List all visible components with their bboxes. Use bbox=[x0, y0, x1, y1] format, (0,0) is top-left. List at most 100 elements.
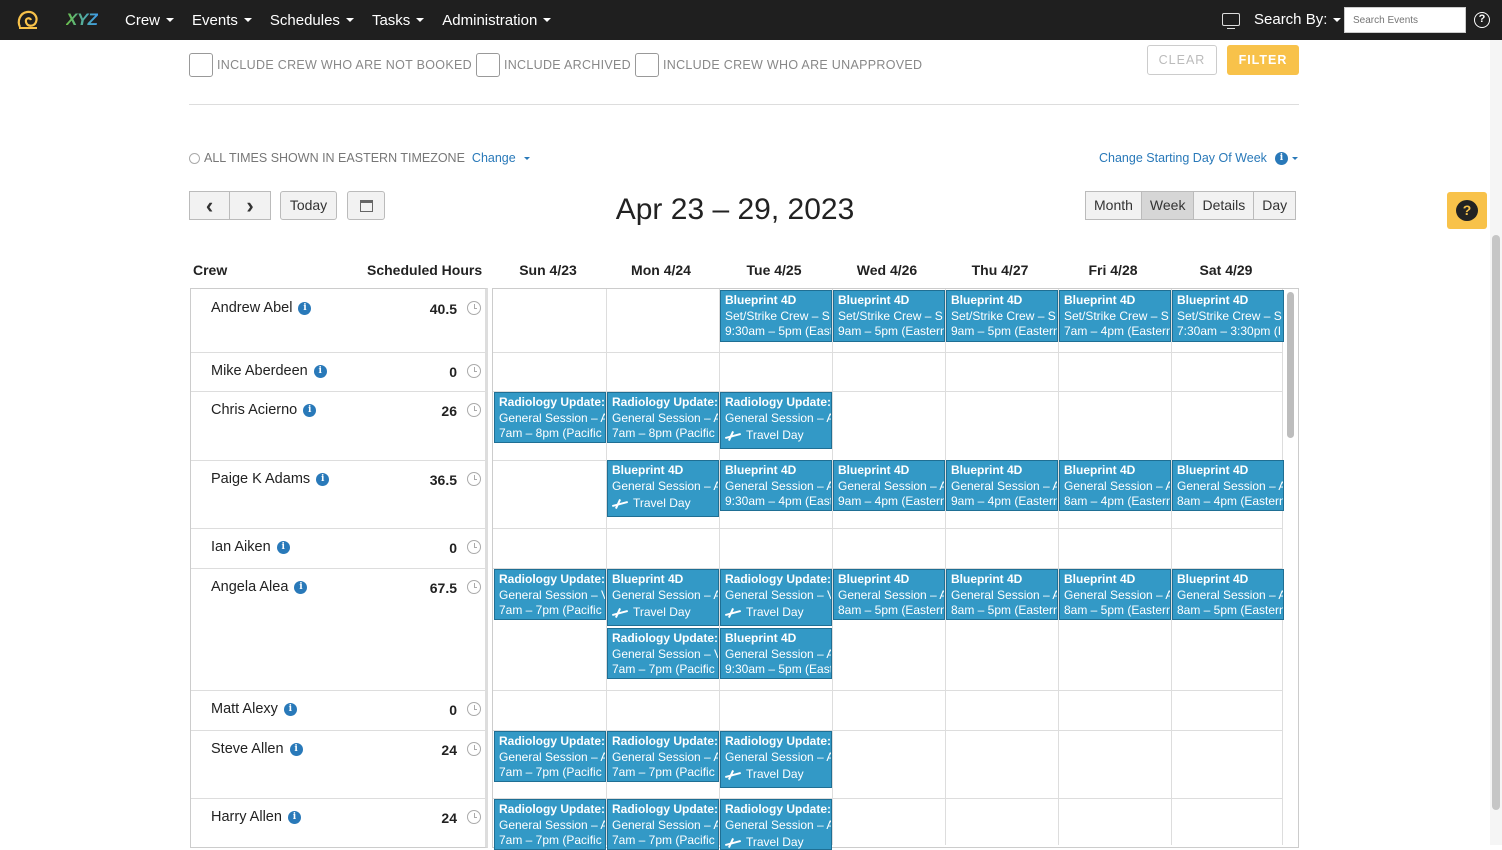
menu-administration[interactable]: Administration bbox=[442, 12, 552, 29]
info-icon[interactable]: i bbox=[303, 403, 317, 417]
event-block[interactable]: Blueprint 4D General Session – A 9:30am – … bbox=[720, 460, 832, 511]
event-block[interactable]: Blueprint 4D Set/Strike Crew – S 9:30am – … bbox=[720, 290, 832, 342]
event-block[interactable]: Blueprint 4D General Session – A 8am – 4pm… bbox=[1172, 460, 1284, 511]
date-picker-button[interactable] bbox=[347, 191, 385, 220]
chevron-down-icon bbox=[243, 18, 252, 22]
event-title: Radiology Update: bbox=[725, 734, 832, 748]
app-logo-icon[interactable] bbox=[16, 9, 40, 31]
crew-name[interactable]: Chris Acierno i bbox=[211, 402, 317, 418]
crew-name[interactable]: Angela Alea i bbox=[211, 579, 308, 595]
archived-checkbox[interactable] bbox=[475, 53, 500, 77]
clock-icon[interactable] bbox=[467, 742, 481, 756]
clock-icon[interactable] bbox=[467, 364, 481, 378]
page-scroll-thumb[interactable] bbox=[1492, 235, 1500, 810]
day-header: Mon 4/24 bbox=[631, 262, 691, 278]
event-block[interactable]: Radiology Update: General Session – V Trav… bbox=[720, 569, 832, 626]
travel-day-label: Travel Day bbox=[746, 428, 804, 442]
info-icon[interactable]: i bbox=[283, 702, 297, 716]
search-by-dropdown[interactable]: Search By: bbox=[1254, 11, 1342, 28]
calendar-icon bbox=[360, 200, 373, 212]
prev-week-button[interactable]: ‹ bbox=[189, 191, 230, 220]
clock-icon[interactable] bbox=[467, 810, 481, 824]
event-block[interactable]: Radiology Update: General Session – A Trav… bbox=[720, 731, 832, 788]
event-block[interactable]: Blueprint 4D General Session – A Travel Da… bbox=[607, 569, 719, 626]
help-widget-button[interactable]: ? bbox=[1447, 192, 1487, 229]
event-block[interactable]: Blueprint 4D General Session – A 8am – 5pm… bbox=[1059, 569, 1171, 620]
change-start-day-link[interactable]: Change Starting Day Of Week i bbox=[1099, 151, 1298, 165]
not-booked-checkbox[interactable] bbox=[189, 53, 213, 77]
event-block[interactable]: Blueprint 4D General Session – A 8am – 4pm… bbox=[1059, 460, 1171, 511]
menu-tasks[interactable]: Tasks bbox=[372, 12, 425, 29]
crew-name[interactable]: Matt Alexy i bbox=[211, 701, 297, 717]
view-week-button[interactable]: Week bbox=[1141, 191, 1195, 220]
brand-logo[interactable]: XYZ bbox=[66, 10, 98, 30]
event-block[interactable]: Radiology Update: General Session – V 7am … bbox=[494, 569, 606, 620]
menu-events[interactable]: Events bbox=[192, 12, 252, 29]
monitor-icon[interactable] bbox=[1222, 13, 1240, 29]
event-block[interactable]: Blueprint 4D Set/Strike Crew – S 9am – 5pm… bbox=[833, 290, 945, 342]
crew-column-header[interactable]: Crew bbox=[193, 262, 227, 278]
event-block[interactable]: Radiology Update: General Session – A 7am … bbox=[494, 392, 606, 443]
event-block[interactable]: Blueprint 4D General Session – A 9am – 4pm… bbox=[833, 460, 945, 511]
event-session: General Session – A bbox=[1064, 587, 1171, 602]
event-block[interactable]: Blueprint 4D General Session – A Travel Da… bbox=[607, 460, 719, 517]
info-icon[interactable]: i bbox=[289, 742, 303, 756]
top-navbar: XYZ Crew Events Schedules Tasks Administ… bbox=[0, 0, 1502, 40]
info-icon[interactable]: i bbox=[313, 364, 327, 378]
event-block[interactable]: Blueprint 4D General Session – A 8am – 5pm… bbox=[1172, 569, 1284, 620]
info-icon[interactable]: i bbox=[1274, 151, 1288, 165]
event-block[interactable]: Blueprint 4D Set/Strike Crew – S 9am – 5pm… bbox=[946, 290, 1058, 342]
info-icon[interactable]: i bbox=[298, 301, 312, 315]
crew-name[interactable]: Paige K Adams i bbox=[211, 471, 330, 487]
chevron-down-icon bbox=[1333, 17, 1342, 22]
help-icon[interactable]: ? bbox=[1474, 12, 1490, 28]
search-input[interactable] bbox=[1344, 7, 1466, 33]
info-icon[interactable]: i bbox=[276, 540, 290, 554]
event-block[interactable]: Blueprint 4D General Session – A 9:30am – … bbox=[720, 628, 832, 679]
menu-schedules[interactable]: Schedules bbox=[270, 12, 354, 29]
event-block[interactable]: Radiology Update: General Session – V 7am … bbox=[607, 628, 719, 679]
view-month-button[interactable]: Month bbox=[1085, 191, 1142, 220]
unapproved-checkbox[interactable] bbox=[635, 53, 659, 77]
change-timezone-link[interactable]: Change bbox=[472, 151, 530, 165]
event-block[interactable]: Radiology Update: General Session – A Trav… bbox=[720, 799, 832, 850]
event-block[interactable]: Radiology Update: General Session – A Trav… bbox=[720, 392, 832, 449]
event-block[interactable]: Radiology Update: General Session – A 7am … bbox=[494, 799, 606, 850]
filter-button[interactable]: FILTER bbox=[1227, 45, 1299, 75]
event-title: Blueprint 4D bbox=[838, 463, 910, 477]
info-icon[interactable]: i bbox=[287, 810, 301, 824]
event-block[interactable]: Blueprint 4D Set/Strike Crew – S 7am – 4pm… bbox=[1059, 290, 1171, 342]
event-block[interactable]: Radiology Update: General Session – A 7am … bbox=[607, 799, 719, 850]
event-block[interactable]: Blueprint 4D Set/Strike Crew – S 7:30am – … bbox=[1172, 290, 1284, 342]
view-details-button[interactable]: Details bbox=[1194, 191, 1255, 220]
clock-icon[interactable] bbox=[467, 301, 481, 315]
event-block[interactable]: Radiology Update: General Session – A 7am … bbox=[607, 731, 719, 782]
event-session: General Session – A bbox=[1177, 478, 1284, 493]
crew-name[interactable]: Mike Aberdeen i bbox=[211, 363, 327, 379]
crew-name[interactable]: Andrew Abel i bbox=[211, 300, 312, 316]
info-icon[interactable]: i bbox=[294, 580, 308, 594]
crew-name[interactable]: Harry Allen i bbox=[211, 809, 301, 825]
event-block[interactable]: Radiology Update: General Session – A 7am … bbox=[494, 731, 606, 782]
hours-column-header[interactable]: Scheduled Hours bbox=[367, 262, 482, 278]
event-block[interactable]: Blueprint 4D General Session – A 8am – 5pm… bbox=[946, 569, 1058, 620]
clock-icon[interactable] bbox=[467, 540, 481, 554]
menu-crew[interactable]: Crew bbox=[125, 12, 175, 29]
event-block[interactable]: Blueprint 4D General Session – A 9am – 4pm… bbox=[946, 460, 1058, 511]
clock-icon[interactable] bbox=[467, 403, 481, 417]
clear-button[interactable]: CLEAR bbox=[1147, 45, 1217, 75]
today-button[interactable]: Today bbox=[280, 191, 337, 220]
row-divider bbox=[493, 352, 1283, 353]
event-block[interactable]: Radiology Update: General Session – A 7am … bbox=[607, 392, 719, 443]
calendar-scroll-thumb[interactable] bbox=[1287, 292, 1294, 438]
next-week-button[interactable]: › bbox=[230, 191, 271, 220]
crew-name[interactable]: Steve Allen i bbox=[211, 741, 303, 757]
event-block[interactable]: Blueprint 4D General Session – A 8am – 5pm… bbox=[833, 569, 945, 620]
info-icon[interactable]: i bbox=[316, 472, 330, 486]
airplane-icon bbox=[612, 608, 628, 618]
crew-name[interactable]: Ian Aiken i bbox=[211, 539, 290, 555]
clock-icon[interactable] bbox=[467, 702, 481, 716]
clock-icon[interactable] bbox=[467, 472, 481, 486]
clock-icon[interactable] bbox=[467, 580, 481, 594]
view-day-button[interactable]: Day bbox=[1254, 191, 1297, 220]
